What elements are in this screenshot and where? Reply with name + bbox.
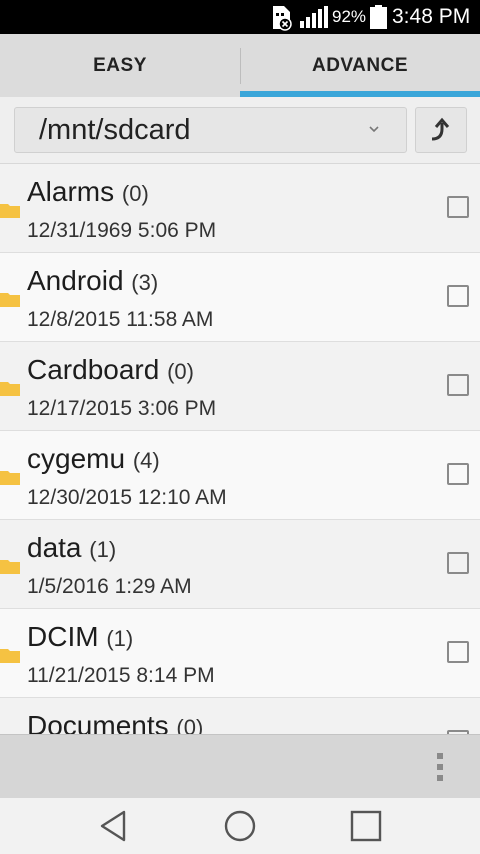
overflow-menu-icon[interactable] (430, 751, 450, 783)
path-dropdown[interactable]: /mnt/sdcard (14, 107, 407, 153)
file-name: DCIM (1) (27, 621, 134, 652)
select-checkbox[interactable] (447, 641, 469, 663)
file-name: Alarms (0) (27, 176, 149, 207)
parent-folder-button[interactable] (415, 107, 467, 153)
home-icon[interactable] (222, 808, 258, 844)
folder-up-icon (431, 117, 450, 141)
navigation-bar (0, 798, 480, 854)
file-date: 1/5/2016 1:29 AM (27, 575, 192, 598)
signal-icon (300, 6, 328, 28)
file-name: Documents (0) (27, 710, 204, 734)
list-item[interactable]: DCIM (1) 11/21/2015 8:14 PM (0, 609, 480, 698)
recent-apps-icon[interactable] (348, 808, 384, 844)
back-icon[interactable] (96, 808, 132, 844)
file-date: 12/17/2015 3:06 PM (27, 397, 217, 420)
file-name: Cardboard (0) (27, 354, 194, 385)
battery-icon (370, 5, 387, 29)
sim-error-icon (273, 6, 292, 31)
current-path: /mnt/sdcard (39, 114, 191, 146)
clock: 3:48 PM (392, 5, 471, 28)
bottom-toolbar (0, 734, 480, 798)
tab-easy[interactable]: EASY (0, 34, 240, 97)
file-name: cygemu (4) (27, 443, 160, 474)
tab-bar: EASY ADVANCE (0, 34, 480, 97)
file-date: 12/31/1969 5:06 PM (27, 219, 217, 242)
file-list[interactable]: Alarms (0) 12/31/1969 5:06 PM Android (3… (0, 164, 480, 734)
file-date: 11/21/2015 8:14 PM (27, 664, 215, 687)
file-date: 12/8/2015 11:58 AM (27, 308, 214, 331)
list-item[interactable]: cygemu (4) 12/30/2015 12:10 AM (0, 431, 480, 520)
battery-percent: 92% (332, 7, 367, 26)
tab-advance[interactable]: ADVANCE (240, 34, 480, 97)
file-name: Android (3) (27, 265, 159, 296)
folder-icon (0, 471, 20, 485)
folder-icon (0, 382, 20, 396)
folder-icon (0, 560, 20, 574)
select-checkbox[interactable] (447, 285, 469, 307)
path-bar: /mnt/sdcard (0, 97, 480, 164)
file-name: data (1) (27, 532, 117, 563)
list-item[interactable]: data (1) 1/5/2016 1:29 AM (0, 520, 480, 609)
status-bar: 92% 3:48 PM (0, 0, 480, 34)
select-checkbox[interactable] (447, 552, 469, 574)
folder-icon (0, 293, 20, 307)
chevron-down-icon (369, 126, 379, 133)
list-item[interactable]: Android (3) 12/8/2015 11:58 AM (0, 253, 480, 342)
file-date: 12/30/2015 12:10 AM (27, 486, 227, 509)
list-item[interactable]: Documents (0) (0, 698, 480, 734)
select-checkbox[interactable] (447, 196, 469, 218)
list-item[interactable]: Alarms (0) 12/31/1969 5:06 PM (0, 164, 480, 253)
folder-icon (0, 649, 20, 663)
folder-icon (0, 204, 20, 218)
select-checkbox[interactable] (447, 463, 469, 485)
select-checkbox[interactable] (447, 374, 469, 396)
list-item[interactable]: Cardboard (0) 12/17/2015 3:06 PM (0, 342, 480, 431)
